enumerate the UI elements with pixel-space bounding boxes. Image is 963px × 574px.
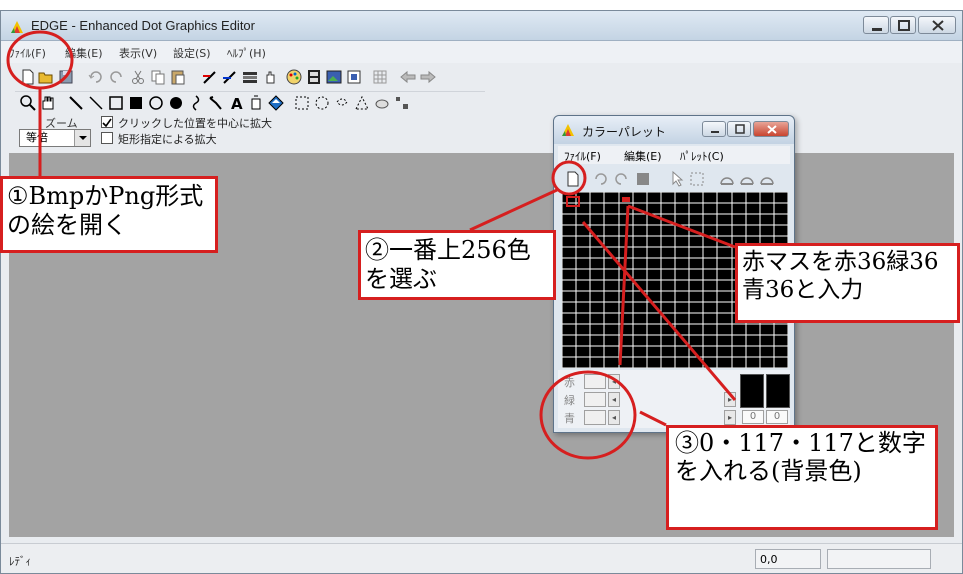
highlight-red-cell [566,196,580,207]
leader-line-step3 [639,410,667,427]
leader-line-red-cell-2 [627,204,736,249]
highlight-file-menu-circle [6,30,74,90]
red-cell-marker [622,197,630,202]
leader-line-red-cell-3 [618,205,630,366]
highlight-palette-new-circle [551,160,587,196]
leader-line-red-cell-1 [581,221,737,401]
leader-line-step2 [469,188,558,232]
annotation-overlay [6,30,737,460]
highlight-rgb-inputs-circle [539,370,637,460]
